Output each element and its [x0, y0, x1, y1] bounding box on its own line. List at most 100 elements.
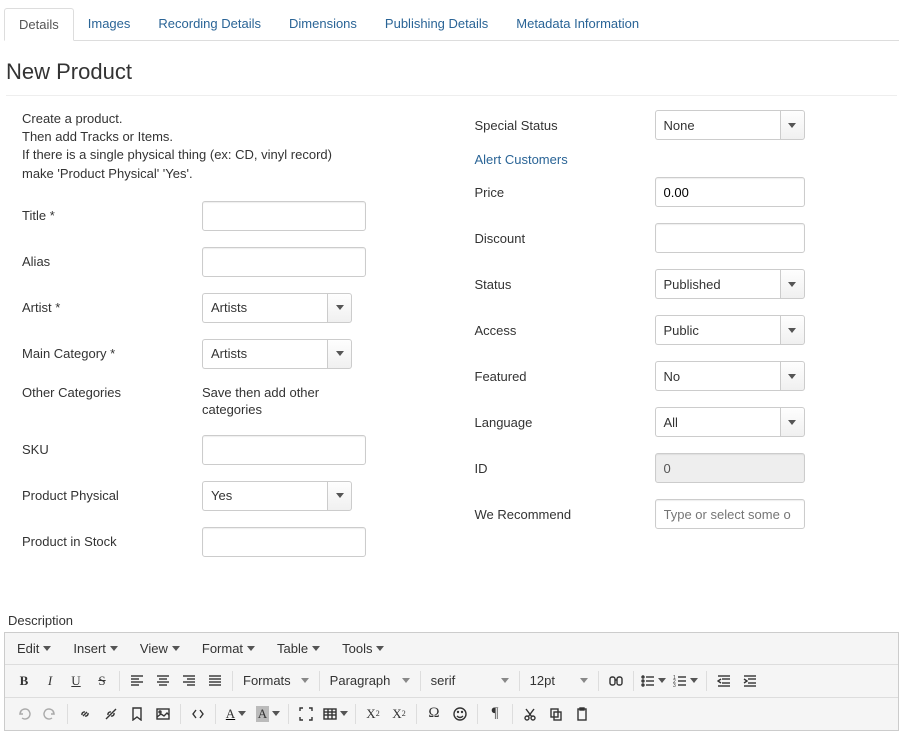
menu-view-label: View — [140, 641, 168, 656]
access-select-toggle[interactable] — [780, 315, 805, 345]
language-select-toggle[interactable] — [780, 407, 805, 437]
smiley-icon — [453, 707, 467, 721]
numbered-list-icon: 123 — [673, 674, 687, 688]
status-select[interactable]: Published — [655, 269, 780, 299]
tab-dimensions[interactable]: Dimensions — [275, 8, 371, 40]
separator — [180, 704, 181, 724]
tab-images[interactable]: Images — [74, 8, 145, 40]
tab-publishing-details[interactable]: Publishing Details — [371, 8, 502, 40]
separator — [420, 671, 421, 691]
emoticons-button[interactable] — [447, 702, 473, 726]
discount-input[interactable] — [655, 223, 805, 253]
outdent-icon — [717, 674, 731, 688]
artist-select-toggle[interactable] — [327, 293, 352, 323]
subscript-button[interactable]: X2 — [360, 702, 386, 726]
align-right-button[interactable] — [176, 669, 202, 693]
menu-table[interactable]: Table — [271, 637, 326, 660]
menu-edit-label: Edit — [17, 641, 39, 656]
special-char-button[interactable]: Ω — [421, 702, 447, 726]
description-label: Description — [4, 613, 899, 628]
font-size-select[interactable]: 12pt — [524, 669, 594, 693]
menu-insert[interactable]: Insert — [67, 637, 124, 660]
tab-recording-details[interactable]: Recording Details — [144, 8, 275, 40]
chevron-down-icon — [788, 282, 796, 287]
separator — [319, 671, 320, 691]
align-justify-button[interactable] — [202, 669, 228, 693]
alert-customers-link[interactable]: Alert Customers — [475, 152, 568, 167]
unlink-button[interactable] — [98, 702, 124, 726]
outdent-button[interactable] — [711, 669, 737, 693]
paragraph-button[interactable]: ¶ — [482, 702, 508, 726]
access-select[interactable]: Public — [655, 315, 780, 345]
paste-button[interactable] — [569, 702, 595, 726]
editor-menubar: Edit Insert View Format Table Tools — [5, 633, 898, 665]
artist-label: Artist * — [22, 300, 202, 315]
block-format-select[interactable]: Paragraph — [324, 669, 416, 693]
align-center-button[interactable] — [150, 669, 176, 693]
chevron-down-icon — [788, 328, 796, 333]
table-icon — [323, 707, 337, 721]
binoculars-icon — [609, 674, 623, 688]
language-select[interactable]: All — [655, 407, 780, 437]
search-replace-button[interactable] — [603, 669, 629, 693]
artist-select[interactable]: Artists — [202, 293, 327, 323]
we-recommend-input[interactable] — [655, 499, 805, 529]
redo-button[interactable] — [37, 702, 63, 726]
copy-button[interactable] — [543, 702, 569, 726]
cut-button[interactable] — [517, 702, 543, 726]
price-input[interactable] — [655, 177, 805, 207]
main-category-select[interactable]: Artists — [202, 339, 327, 369]
other-categories-label: Other Categories — [22, 385, 202, 400]
svg-text:3: 3 — [673, 683, 676, 688]
product-physical-label: Product Physical — [22, 488, 202, 503]
numbered-list-button[interactable]: 123 — [670, 669, 702, 693]
status-select-toggle[interactable] — [780, 269, 805, 299]
id-label: ID — [475, 461, 655, 476]
fullscreen-icon — [299, 707, 313, 721]
main-category-select-toggle[interactable] — [327, 339, 352, 369]
superscript-button[interactable]: X2 — [386, 702, 412, 726]
menu-view[interactable]: View — [134, 637, 186, 660]
anchor-button[interactable] — [124, 702, 150, 726]
product-physical-select[interactable]: Yes — [202, 481, 327, 511]
chevron-down-icon — [336, 351, 344, 356]
menu-format[interactable]: Format — [196, 637, 261, 660]
table-button[interactable] — [319, 702, 351, 726]
main-category-label: Main Category * — [22, 346, 202, 361]
link-button[interactable] — [72, 702, 98, 726]
tab-metadata-information[interactable]: Metadata Information — [502, 8, 653, 40]
tab-details[interactable]: Details — [4, 8, 74, 41]
formats-label: Formats — [243, 673, 291, 688]
featured-select-toggle[interactable] — [780, 361, 805, 391]
special-status-select[interactable]: None — [655, 110, 780, 140]
title-input[interactable] — [202, 201, 366, 231]
undo-button[interactable] — [11, 702, 37, 726]
product-physical-select-toggle[interactable] — [327, 481, 352, 511]
menu-tools[interactable]: Tools — [336, 637, 390, 660]
sku-input[interactable] — [202, 435, 366, 465]
text-color-button[interactable]: A — [220, 702, 252, 726]
bullet-list-button[interactable] — [638, 669, 670, 693]
alias-input[interactable] — [202, 247, 366, 277]
special-status-select-toggle[interactable] — [780, 110, 805, 140]
strikethrough-button[interactable]: S — [89, 669, 115, 693]
chevron-down-icon — [238, 711, 246, 716]
separator — [598, 671, 599, 691]
featured-select[interactable]: No — [655, 361, 780, 391]
formats-select[interactable]: Formats — [237, 669, 315, 693]
align-left-button[interactable] — [124, 669, 150, 693]
italic-button[interactable]: I — [37, 669, 63, 693]
fullscreen-button[interactable] — [293, 702, 319, 726]
indent-button[interactable] — [737, 669, 763, 693]
image-button[interactable] — [150, 702, 176, 726]
source-code-button[interactable] — [185, 702, 211, 726]
chevron-down-icon — [43, 646, 51, 651]
underline-button[interactable]: U — [63, 669, 89, 693]
menu-edit[interactable]: Edit — [11, 637, 57, 660]
image-icon — [156, 707, 170, 721]
background-color-button[interactable]: A — [252, 702, 284, 726]
chevron-down-icon — [172, 646, 180, 651]
bold-button[interactable]: B — [11, 669, 37, 693]
product-in-stock-input[interactable] — [202, 527, 366, 557]
font-family-select[interactable]: serif — [425, 669, 515, 693]
